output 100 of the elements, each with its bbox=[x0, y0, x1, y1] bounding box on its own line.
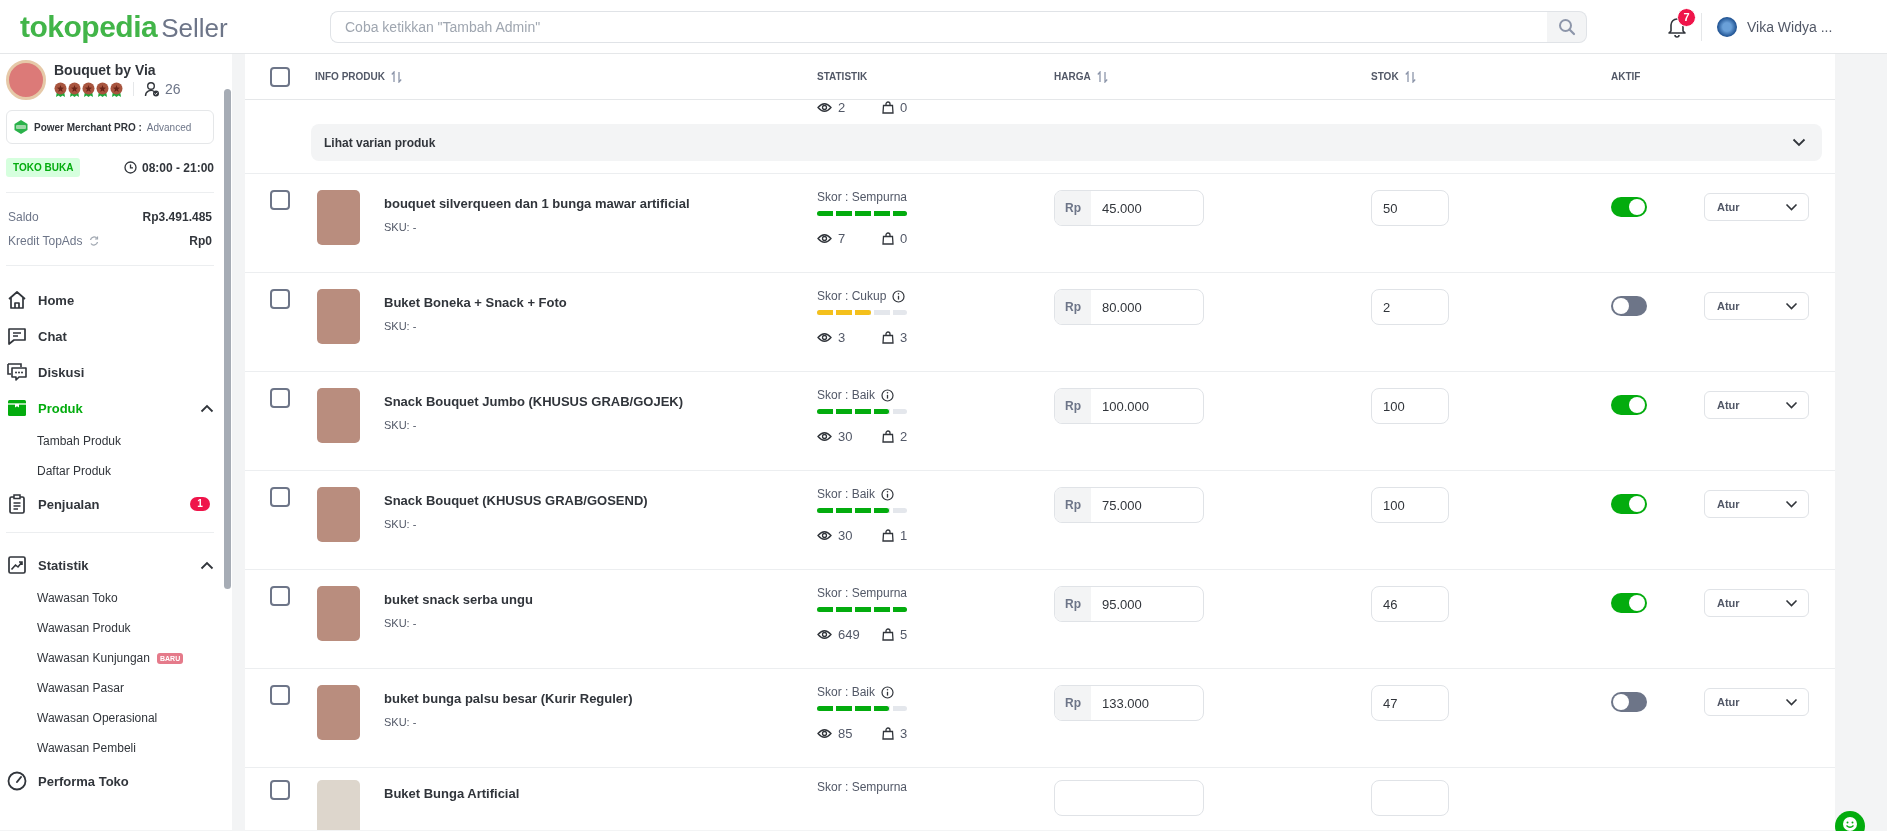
price-field[interactable]: Rp 95.000 bbox=[1054, 586, 1204, 622]
checkbox[interactable] bbox=[270, 487, 290, 507]
price-field[interactable]: Rp 80.000 bbox=[1054, 289, 1204, 325]
price-field[interactable]: Rp 133.000 bbox=[1054, 685, 1204, 721]
nav-item[interactable]: Chat bbox=[6, 318, 214, 354]
user-avatar[interactable] bbox=[1717, 16, 1737, 37]
info-icon[interactable] bbox=[881, 685, 895, 699]
price-field[interactable]: Rp 45.000 bbox=[1054, 190, 1204, 226]
product-sku: SKU: - bbox=[384, 518, 418, 530]
score-label: Skor : Sempurna bbox=[817, 780, 908, 794]
action-dropdown[interactable]: Atur bbox=[1704, 292, 1809, 320]
price-value: 95.000 bbox=[1101, 596, 1142, 612]
toggle-switch[interactable] bbox=[1611, 197, 1647, 217]
checkbox[interactable] bbox=[270, 388, 290, 408]
toggle-switch[interactable] bbox=[1611, 692, 1647, 712]
shopping-bag-icon bbox=[882, 331, 894, 344]
currency-prefix: Rp bbox=[1055, 290, 1091, 324]
variant-toggle[interactable]: Lihat varian produk bbox=[311, 124, 1822, 161]
action-dropdown[interactable]: Atur bbox=[1704, 589, 1809, 617]
chevron-down-icon bbox=[1785, 203, 1798, 211]
currency-prefix: Rp bbox=[1055, 686, 1091, 720]
balance-label: Saldo bbox=[8, 210, 39, 224]
product-name[interactable]: Snack Bouquet Jumbo (KHUSUS GRAB/GOJEK) bbox=[384, 394, 684, 409]
stock-field[interactable]: 47 bbox=[1371, 685, 1449, 721]
price-value: 45.000 bbox=[1101, 200, 1142, 216]
shopping-bag-icon bbox=[882, 727, 894, 740]
nav-subitem[interactable]: Wawasan Kunjungan bbox=[37, 651, 150, 665]
sort-icon[interactable] bbox=[1404, 70, 1416, 83]
stock-field[interactable]: 46 bbox=[1371, 586, 1449, 622]
product-name[interactable]: Buket Bunga Artificial bbox=[384, 786, 520, 801]
action-dropdown[interactable]: Atur bbox=[1704, 391, 1809, 419]
balance-value: Rp3.491.485 bbox=[142, 210, 212, 224]
shopping-bag-icon bbox=[882, 628, 894, 641]
stock-field[interactable] bbox=[1371, 780, 1449, 816]
checkbox[interactable] bbox=[270, 289, 290, 309]
product-name[interactable]: buket snack serba ungu bbox=[384, 592, 533, 607]
toggle-switch[interactable] bbox=[1611, 395, 1647, 415]
shop-name[interactable]: Bouquet by Via bbox=[54, 62, 181, 78]
merchant-badge-icon bbox=[13, 119, 29, 135]
chevron-icon[interactable] bbox=[200, 403, 214, 413]
sort-icon[interactable] bbox=[1096, 70, 1108, 83]
nav-subitem[interactable]: Wawasan Operasional bbox=[37, 711, 158, 725]
nav-item[interactable]: Performa Toko bbox=[6, 763, 214, 799]
refresh-icon[interactable] bbox=[87, 235, 100, 247]
sort-icon[interactable] bbox=[391, 70, 402, 83]
chevron-icon[interactable] bbox=[200, 560, 214, 570]
chevron-down-icon bbox=[1785, 302, 1798, 310]
checkbox[interactable] bbox=[270, 586, 290, 606]
nav-item[interactable]: Penjualan 1 bbox=[6, 486, 214, 522]
logo-suffix: Seller bbox=[161, 12, 228, 44]
nav-subitem[interactable]: Wawasan Produk bbox=[37, 621, 131, 635]
nav-subitem[interactable]: Daftar Produk bbox=[37, 464, 112, 478]
nav-item[interactable]: Statistik bbox=[6, 547, 214, 583]
action-dropdown[interactable]: Atur bbox=[1704, 490, 1809, 518]
nav-subitem[interactable]: Wawasan Pembeli bbox=[37, 741, 136, 755]
nav-subitem[interactable]: Tambah Produk bbox=[37, 434, 122, 448]
product-sku: SKU: - bbox=[384, 617, 418, 629]
action-dropdown[interactable]: Atur bbox=[1704, 688, 1809, 716]
price-field[interactable] bbox=[1054, 780, 1204, 816]
info-icon[interactable] bbox=[892, 289, 906, 303]
eye-icon bbox=[817, 728, 832, 739]
product-name[interactable]: Snack Bouquet (KHUSUS GRAB/GOSEND) bbox=[384, 493, 648, 508]
toggle-switch[interactable] bbox=[1611, 296, 1647, 316]
smiley-icon bbox=[1842, 816, 1858, 831]
product-name[interactable]: buket bunga palsu besar (Kurir Reguler) bbox=[384, 691, 633, 706]
merchant-card[interactable]: Power Merchant PRO : Advanced bbox=[6, 110, 214, 144]
chevron-down-icon bbox=[1785, 500, 1798, 508]
sold-count: 1 bbox=[900, 528, 908, 543]
checkbox[interactable] bbox=[270, 780, 290, 800]
checkbox[interactable] bbox=[270, 685, 290, 705]
price-field[interactable]: Rp 100.000 bbox=[1054, 388, 1204, 424]
info-icon[interactable] bbox=[881, 388, 895, 402]
checkbox[interactable] bbox=[270, 66, 290, 87]
notification-bell-icon[interactable] bbox=[1667, 15, 1687, 38]
action-dropdown[interactable]: Atur bbox=[1704, 193, 1809, 221]
toggle-switch[interactable] bbox=[1611, 494, 1647, 514]
toggle-switch[interactable] bbox=[1611, 593, 1647, 613]
stock-field[interactable]: 100 bbox=[1371, 388, 1449, 424]
shop-status: TOKO BUKA bbox=[6, 158, 81, 177]
stock-field[interactable]: 50 bbox=[1371, 190, 1449, 226]
stock-field[interactable]: 2 bbox=[1371, 289, 1449, 325]
price-field[interactable]: Rp 75.000 bbox=[1054, 487, 1204, 523]
shopping-bag-icon bbox=[882, 430, 894, 443]
score-label: Skor : Sempurna bbox=[817, 586, 908, 600]
shop-avatar[interactable] bbox=[6, 60, 46, 100]
stock-field[interactable]: 100 bbox=[1371, 487, 1449, 523]
nav-item[interactable]: Home bbox=[6, 282, 214, 318]
nav-item[interactable]: Diskusi bbox=[6, 354, 214, 390]
eye-icon bbox=[817, 332, 832, 343]
product-name[interactable]: bouquet silverqueen dan 1 bunga mawar artificial bbox=[384, 196, 690, 211]
price-value: 133.000 bbox=[1101, 695, 1149, 711]
product-name[interactable]: Buket Boneka + Snack + Foto bbox=[384, 295, 567, 310]
scrollbar[interactable] bbox=[222, 54, 232, 830]
user-name[interactable]: Vika Widya ... bbox=[1747, 18, 1833, 35]
chevron-down-icon bbox=[1785, 698, 1798, 706]
info-icon[interactable] bbox=[881, 487, 895, 501]
checkbox[interactable] bbox=[270, 190, 290, 210]
nav-subitem[interactable]: Wawasan Toko bbox=[37, 591, 118, 605]
eye-icon bbox=[817, 629, 832, 640]
nav-subitem[interactable]: Wawasan Pasar bbox=[37, 681, 124, 695]
